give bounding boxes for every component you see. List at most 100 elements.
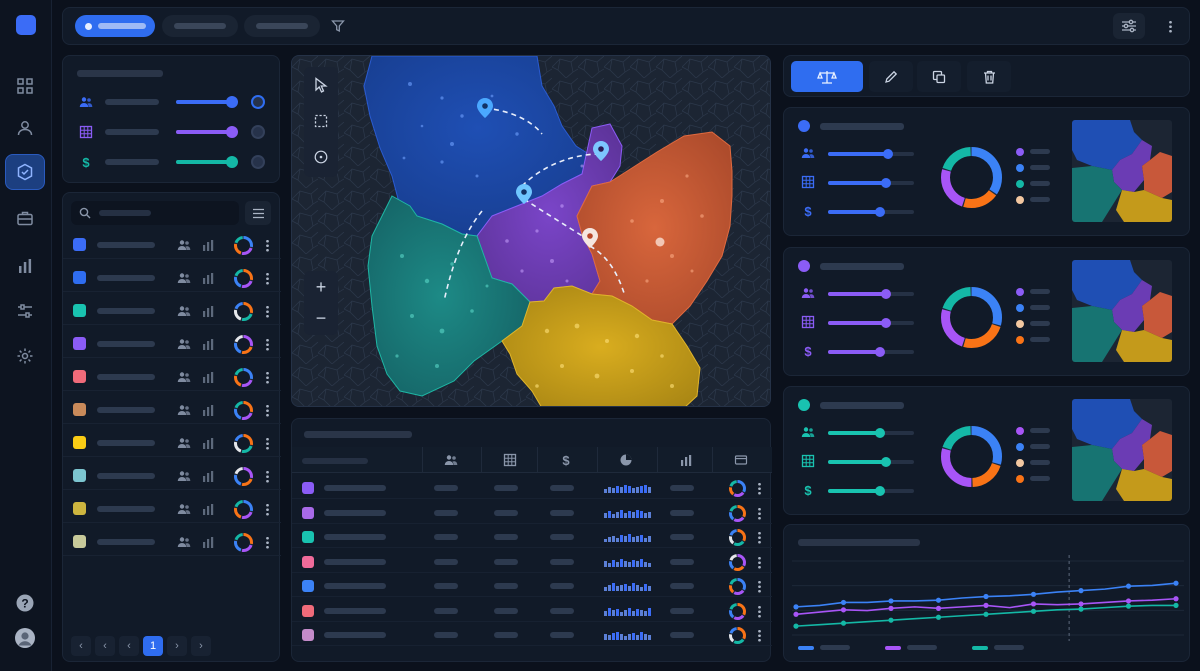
zoom-out-button[interactable]: − [304,304,338,332]
trend-data-point[interactable] [1078,601,1084,607]
user-avatar-button[interactable] [5,620,45,656]
region-mini-donut[interactable] [233,235,254,256]
trend-data-point[interactable] [1078,588,1084,594]
delete-button[interactable] [967,61,1011,92]
region-card-minimap[interactable] [1072,260,1172,362]
region-card-slider[interactable] [828,178,914,188]
trend-data-point[interactable] [1030,591,1037,597]
slider-knob[interactable] [881,318,892,328]
row-menu-button[interactable] [266,305,269,318]
pointer-tool[interactable] [309,73,333,97]
region-mini-donut[interactable] [233,499,254,520]
analytics-nav[interactable] [5,248,45,284]
users-nav[interactable] [5,110,45,146]
page-next-button[interactable]: › [191,636,211,656]
trend-data-point[interactable] [935,605,942,611]
region-list-item[interactable] [63,231,281,259]
trend-data-point[interactable] [935,614,942,620]
region-card[interactable]: $ [783,386,1190,515]
slider-knob[interactable] [225,126,238,138]
compass-tool[interactable] [309,145,333,169]
help-button[interactable]: ? [5,585,45,621]
region-mini-donut[interactable] [233,268,254,289]
trend-data-point[interactable] [983,602,989,608]
region-mini-donut[interactable] [233,433,254,454]
controls-nav[interactable] [5,293,45,329]
table-row[interactable] [292,526,772,548]
region-list-item[interactable] [63,264,281,292]
row-menu-button[interactable] [266,536,269,549]
region-card-slider[interactable] [828,149,914,159]
region-search-input[interactable] [71,201,239,225]
region-card-slider[interactable] [828,428,914,438]
page-prev-button[interactable]: ‹ [71,636,91,656]
filter-slider[interactable] [176,156,238,168]
row-mini-donut[interactable] [728,553,747,572]
region-card-donut[interactable] [940,146,1003,209]
table-row[interactable] [292,502,772,524]
row-menu-button[interactable] [266,503,269,516]
region-list-item[interactable] [63,429,281,457]
slider-knob[interactable] [874,207,885,217]
row-menu-button[interactable] [266,437,269,450]
row-menu-button[interactable] [266,371,269,384]
trend-data-point[interactable] [1030,608,1037,614]
view-settings-button[interactable] [1113,13,1145,39]
slider-knob[interactable] [874,428,885,438]
table-row[interactable] [292,624,772,646]
filter-toggle[interactable] [251,155,265,169]
slider-knob[interactable] [874,347,885,357]
region-mini-donut[interactable] [233,334,254,355]
region-card-minimap[interactable] [1072,120,1172,222]
region-card-donut[interactable] [940,286,1003,349]
trend-data-point[interactable] [1125,598,1132,604]
trend-data-point[interactable] [888,617,894,623]
tab-tertiary[interactable] [244,15,320,37]
page-prev-button[interactable]: ‹ [95,636,115,656]
trend-data-point[interactable] [1173,580,1179,586]
region-list-item[interactable] [63,495,281,523]
slider-knob[interactable] [225,96,238,108]
page-next-button[interactable]: › [167,636,187,656]
settings-nav[interactable] [5,338,45,374]
region-card-minimap[interactable] [1072,399,1172,501]
page-current-button[interactable]: 1 [143,636,163,656]
trend-data-point[interactable] [793,623,799,629]
row-mini-donut[interactable] [728,626,747,645]
slider-knob[interactable] [881,178,892,188]
row-menu-button[interactable] [758,629,761,642]
row-mini-donut[interactable] [728,528,747,547]
region-card-slider[interactable] [828,457,914,467]
dashboard-nav[interactable] [5,68,45,104]
region-card-donut[interactable] [940,425,1003,488]
region-mini-donut[interactable] [233,400,254,421]
row-menu-button[interactable] [266,470,269,483]
region-list-item[interactable] [63,330,281,358]
region-card-slider[interactable] [828,347,914,357]
row-menu-button[interactable] [758,482,761,495]
region-card-slider[interactable] [828,486,914,496]
row-menu-button[interactable] [266,404,269,417]
column-header[interactable] [597,447,653,473]
region-card[interactable]: $ [783,107,1190,236]
trend-data-point[interactable] [793,611,799,617]
column-header[interactable] [422,447,478,473]
column-header[interactable]: $ [537,447,593,473]
column-header[interactable] [481,447,537,473]
row-menu-button[interactable] [758,506,761,520]
trend-data-point[interactable] [1125,603,1132,609]
table-row[interactable] [292,600,772,622]
trend-data-point[interactable] [793,604,799,610]
slider-knob[interactable] [874,486,885,496]
region-card-slider[interactable] [828,207,914,217]
filter-button[interactable] [326,15,350,37]
table-row[interactable] [292,575,772,597]
tab-secondary[interactable] [162,15,238,37]
list-view-toggle[interactable] [245,201,271,225]
trend-data-point[interactable] [840,599,847,606]
trend-data-point[interactable] [983,611,989,617]
region-mini-donut[interactable] [233,532,254,553]
row-menu-button[interactable] [266,338,269,351]
trend-data-point[interactable] [1173,602,1179,608]
trend-data-point[interactable] [1078,606,1084,612]
